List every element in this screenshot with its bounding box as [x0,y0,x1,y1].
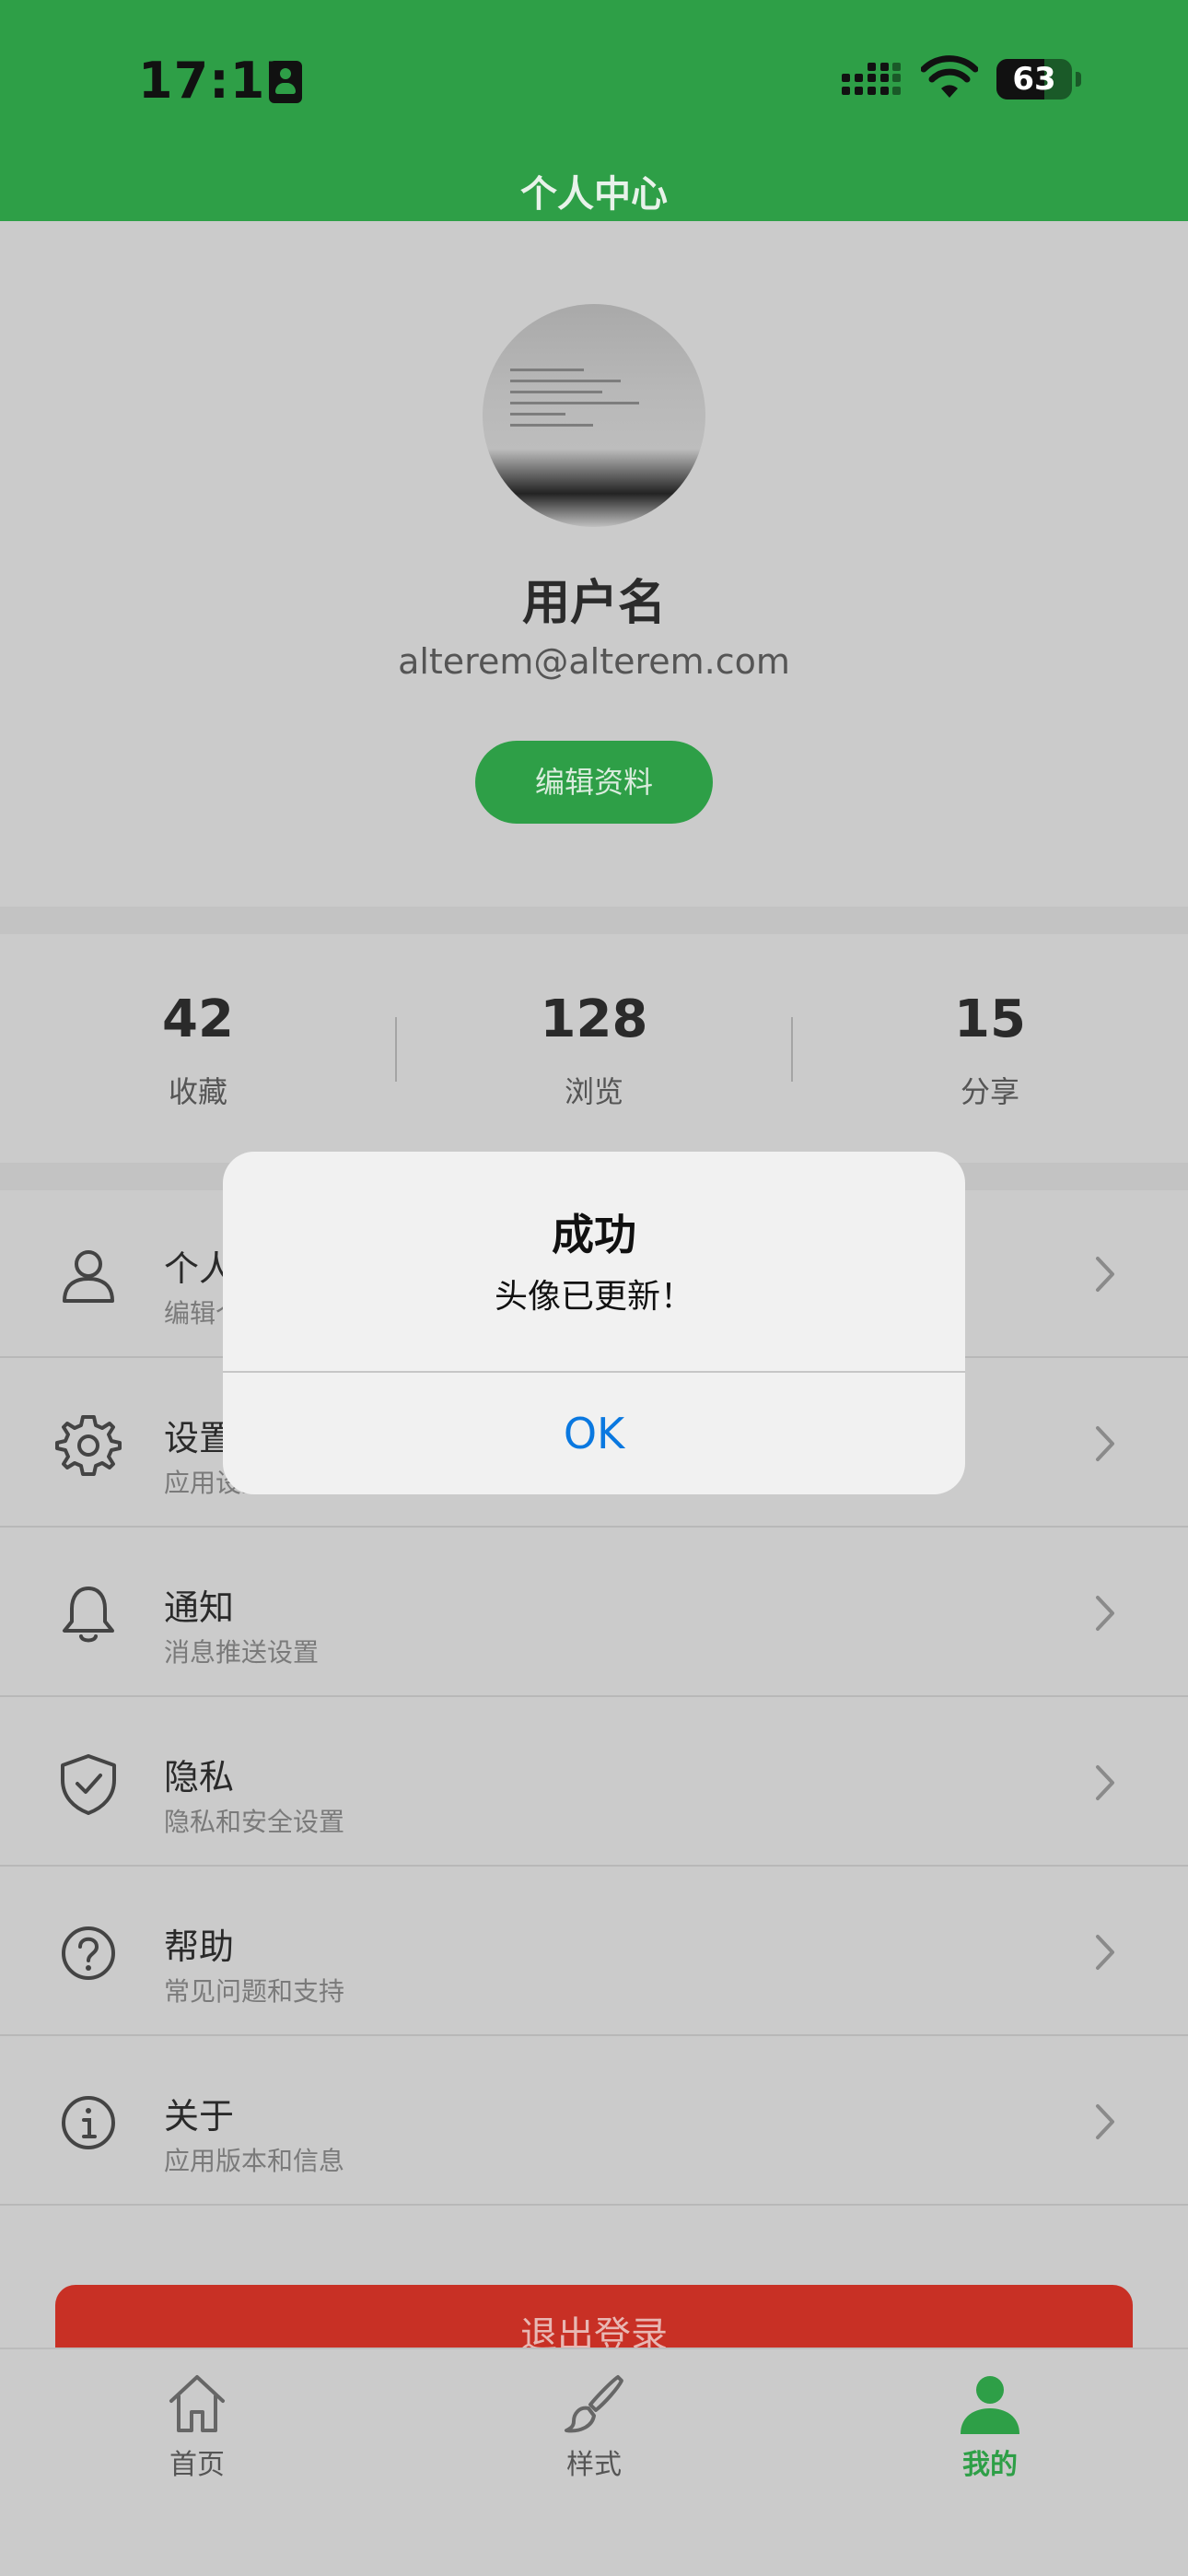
stat-favorites[interactable]: 42 收藏 [0,934,396,1163]
menu-item-subtitle: 常见问题和支持 [164,1976,345,2007]
stat-label: 浏览 [564,1074,623,1109]
menu-item-help[interactable]: 帮助 常见问题和支持 [0,1868,1188,2036]
chevron-right-icon [1096,2104,1114,2139]
menu-item-subtitle: 应用版本和信息 [164,2146,345,2176]
stats-section: 42 收藏 128 浏览 15 分享 [0,934,1188,1163]
alert-message: 头像已更新！ [494,1278,693,1316]
wifi-icon [921,55,978,98]
menu-item-title: 隐私 [164,1757,235,1797]
battery-nub [1076,72,1081,87]
menu-item-title: 关于 [164,2096,235,2137]
chevron-right-icon [1096,1426,1114,1461]
menu-item-title: 帮助 [164,1926,235,1967]
menu-item-title: 通知 [164,1587,235,1628]
battery-percentage: 63 [1012,61,1056,98]
edit-profile-button[interactable]: 编辑资料 [475,741,713,824]
username: 用户名 [521,576,666,631]
menu-item-notifications[interactable]: 通知 消息推送设置 [0,1529,1188,1697]
bell-icon [63,1587,114,1643]
chevron-right-icon [1096,1257,1114,1292]
tab-label: 我的 [962,2449,1018,2481]
brush-icon [565,2375,623,2433]
user-email: alterem@alterem.com [398,641,790,682]
tab-style[interactable]: 样式 [456,2349,732,2576]
alert-ok-button[interactable]: OK [223,1373,965,1494]
tab-label: 样式 [566,2449,622,2481]
chevron-right-icon [1096,1765,1114,1800]
menu-item-subtitle: 消息推送设置 [164,1637,320,1668]
home-icon [169,2375,225,2432]
menu-item-about[interactable]: 关于 应用版本和信息 [0,2038,1188,2206]
stat-views[interactable]: 128 浏览 [396,934,792,1163]
stat-shares[interactable]: 15 分享 [792,934,1188,1163]
cellular-signal-icon [842,63,901,95]
tab-mine[interactable]: 我的 [852,2349,1128,2576]
tab-home[interactable]: 首页 [59,2349,335,2576]
person-icon [961,2376,1019,2434]
page-title: 个人中心 [520,173,668,216]
stat-value: 15 [954,989,1026,1049]
chevron-right-icon [1096,1596,1114,1631]
section-divider [0,907,1188,934]
tab-label: 首页 [169,2449,225,2481]
stat-label: 收藏 [168,1074,227,1109]
alert-title: 成功 [552,1210,636,1259]
chevron-right-icon [1096,1935,1114,1970]
stat-value: 42 [162,989,234,1049]
shield-check-icon [61,1754,116,1815]
profile-section: 用户名 alterem@alterem.com 编辑资料 [0,221,1188,907]
tab-bar: 首页 样式 我的 [0,2348,1188,2576]
info-icon [62,2096,115,2149]
battery-icon: 63 [996,59,1072,100]
gear-icon [55,1415,122,1476]
stat-label: 分享 [960,1074,1019,1109]
id-card-icon [269,61,302,103]
avatar[interactable] [483,304,705,527]
success-alert-dialog: 成功 头像已更新！ OK [223,1152,965,1494]
user-icon [63,1250,114,1303]
menu-item-privacy[interactable]: 隐私 隐私和安全设置 [0,1699,1188,1867]
stat-value: 128 [540,989,648,1049]
top-header: 17:17 63 个人中心 [0,0,1188,221]
menu-item-subtitle: 隐私和安全设置 [164,1807,345,1837]
question-icon [62,1926,115,1980]
